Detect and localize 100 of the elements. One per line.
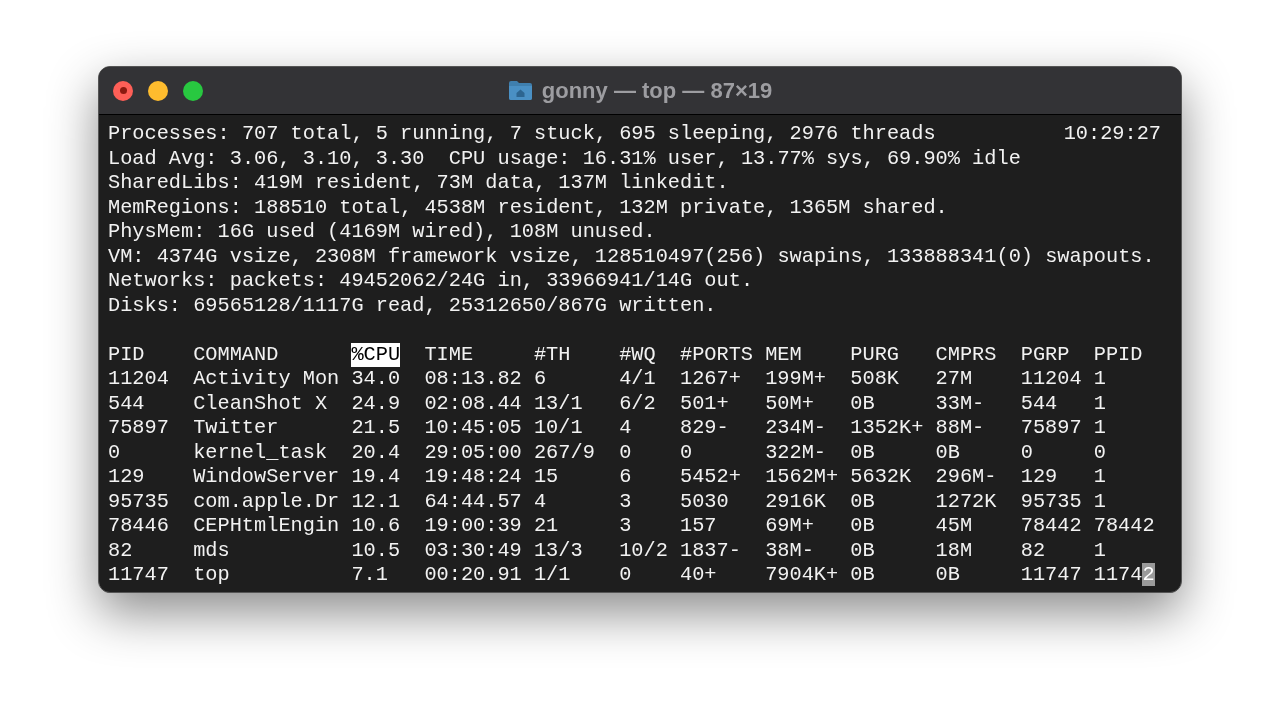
table-cell: 6 [619,465,632,490]
column-header[interactable]: PGRP [1020,342,1070,367]
table-cell: 4 [533,489,547,514]
minimize-button[interactable] [148,80,168,101]
table-cell: 5030 [680,489,729,514]
column-header[interactable]: TIME [424,342,474,367]
table-cell: 129 [1020,465,1058,490]
home-folder-icon [507,80,533,101]
table-cell: 0B [850,489,875,514]
summary-line: Networks: packets: 49452062/24G in, 33966941/14G out. [108,269,754,294]
table-cell: 75897 [1020,416,1082,441]
table-cell: 6/2 [619,391,656,416]
table-cell: 19:00:39 [424,514,522,539]
table-cell: 38M- [765,538,814,563]
table-cell: 12.1 [351,489,401,514]
table-cell: top [193,563,230,588]
table-cell: 40+ [680,563,717,588]
column-header[interactable]: PID [108,342,145,367]
table-cell: 1 [1093,465,1106,490]
table-cell: 11204 [108,367,169,392]
table-cell: 78446 [108,514,169,539]
table-cell: 0B [850,538,875,563]
table-cell: 0 [680,440,693,465]
table-cell: 69M+ [765,514,814,539]
column-header[interactable]: #PORTS [680,342,753,367]
table-cell: 45M [935,514,973,539]
table-cell: 508K [850,367,900,392]
table-cell: 129 [108,465,145,490]
column-header[interactable]: PPID [1093,342,1143,367]
summary-line: Disks: 69565128/1117G read, 25312650/867G written. [108,293,717,318]
table-cell: 1 [1093,489,1106,514]
table-cell: 0 [1020,440,1033,465]
table-cell: 0 [108,440,121,465]
table-cell: 267/9 [533,440,595,465]
table-cell: 1267+ [680,367,741,392]
column-header[interactable]: PURG [850,342,900,367]
close-button[interactable] [113,80,133,101]
table-cell: 08:13.82 [424,367,522,392]
table-cell: 75897 [108,416,169,441]
table-cell: 1 [1093,416,1106,441]
table-cell: 11747 [1020,563,1082,588]
table-cell: 29:05:00 [424,440,522,465]
table-cell: 0B [850,563,875,588]
table-cell: com.apple.Dr [193,489,340,514]
column-header[interactable]: #WQ [619,342,656,367]
table-cell: 7904K+ [765,563,839,588]
column-header[interactable]: MEM [765,342,802,367]
table-cell: 21 [533,514,559,539]
table-cell: 4/1 [619,367,656,392]
summary-line: SharedLibs: 419M resident, 73M data, 137M linkedit. [108,171,729,196]
column-header[interactable]: COMMAND [193,342,279,367]
table-cell: 1 [1093,538,1106,563]
table-cell: 5452+ [680,465,741,490]
column-header[interactable]: CMPRS [935,342,997,367]
zoom-button[interactable] [183,80,203,101]
table-cell: 0B [850,514,875,539]
table-cell: 15 [533,465,559,490]
table-cell: 00:20.91 [424,563,522,588]
column-header[interactable]: #TH [533,342,571,367]
table-cell: mds [193,538,230,563]
table-cell: 88M- [935,416,985,441]
table-cell: 10.6 [351,514,401,539]
table-cell: 501+ [680,391,729,416]
table-cell: 296M- [935,465,997,490]
table-cell: 10.5 [351,538,401,563]
table-cell: 0 [1093,440,1106,465]
window-title: gonny — top — 87×19 [541,77,773,105]
table-cell: 19.4 [351,465,401,490]
summary-line: VM: 4374G vsize, 2308M framework vsize, 128510497(256) swapins, 133888341(0) swapouts. [108,244,1155,269]
table-cell: 829- [680,416,729,441]
table-cell: Twitter [193,416,279,441]
table-cell: WindowServer [193,465,340,490]
table-cell: kernel_task [193,440,328,465]
table-cell: 7.1 [351,563,388,588]
table-cell: 3 [619,514,632,539]
table-cell: 10:45:05 [424,416,522,441]
table-cell: 20.4 [351,440,401,465]
column-header[interactable]: %CPU [351,342,401,367]
table-cell: 6 [533,367,547,392]
table-cell: 10/1 [533,416,583,441]
table-cell: 82 [1020,538,1046,563]
table-cell: 50M+ [765,391,814,416]
table-cell: 18M [935,538,973,563]
table-cell: 95735 [1020,489,1082,514]
table-cell: 64:44.57 [424,489,522,514]
table-cell: 03:30:49 [424,538,522,563]
table-cell: 5632K [850,465,912,490]
table-cell: 11747 [108,563,169,588]
table-cell: 33M- [935,391,985,416]
table-cell: 95735 [108,489,169,514]
table-cell: 4 [619,416,632,441]
table-cell: 0 [619,440,632,465]
table-cell: 0B [850,440,875,465]
table-cell: 13/3 [533,538,583,563]
table-cell: CEPHtmlEngin [193,514,340,539]
table-cell: 1272K [935,489,997,514]
table-cell: 544 [108,391,145,416]
table-cell: 1 [1093,391,1106,416]
table-cell: 1837- [680,538,741,563]
table-cell: 1352K+ [850,416,924,441]
